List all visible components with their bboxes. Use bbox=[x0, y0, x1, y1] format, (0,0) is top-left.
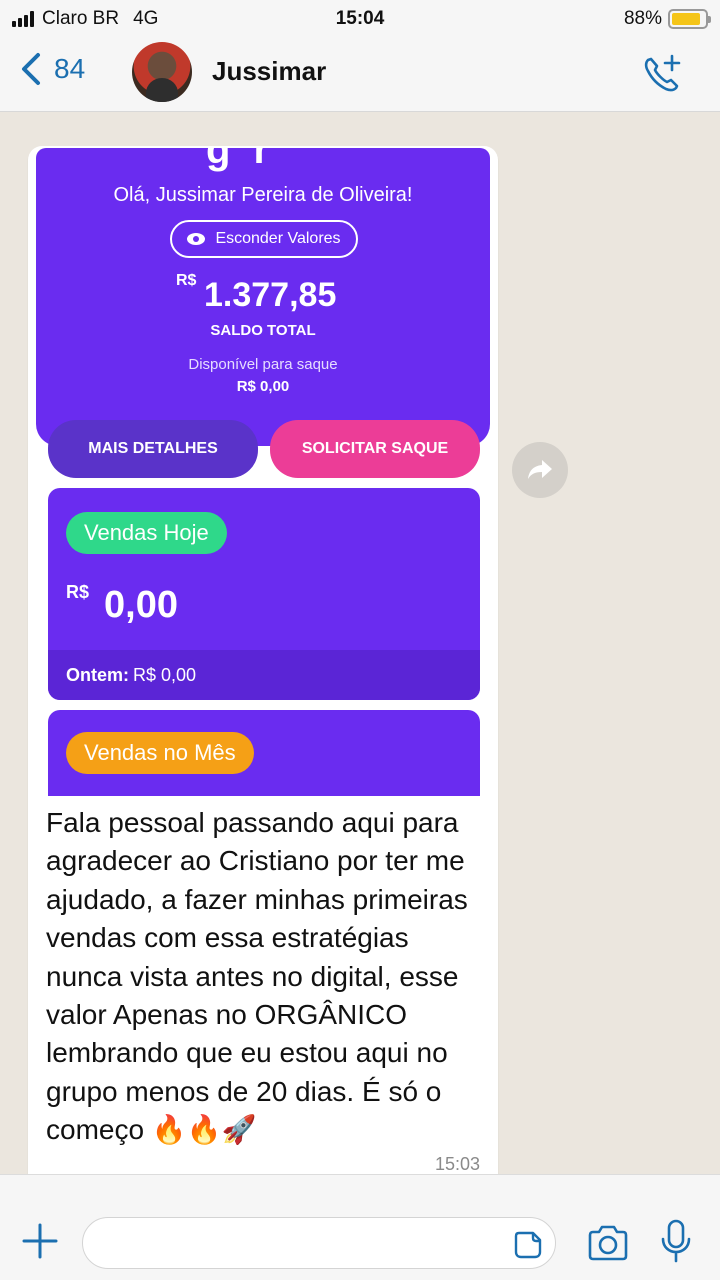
forward-button[interactable] bbox=[512, 442, 568, 498]
clock: 15:04 bbox=[335, 8, 385, 29]
compose-bar bbox=[0, 1174, 720, 1280]
unread-count: 84 bbox=[54, 53, 86, 84]
sales-today-value: 0,00 bbox=[104, 584, 178, 626]
add-call-icon[interactable] bbox=[640, 52, 684, 96]
sales-today-badge: Vendas Hoje bbox=[66, 512, 227, 554]
microphone-icon[interactable] bbox=[660, 1219, 692, 1263]
balance-value: 1.377,85 bbox=[204, 276, 337, 314]
battery-percent: 88% bbox=[623, 8, 662, 29]
battery-icon bbox=[668, 9, 711, 29]
forward-arrow-icon bbox=[528, 460, 552, 479]
attached-screenshot[interactable]: g r Olá, Jussimar Pereira de Oliveira! E… bbox=[36, 148, 490, 796]
back-button[interactable]: 84 bbox=[18, 52, 85, 86]
yesterday-row: Ontem: R$ 0,00 bbox=[48, 650, 480, 700]
plus-icon[interactable] bbox=[20, 1221, 60, 1261]
chevron-left-icon bbox=[22, 53, 40, 85]
contact-name[interactable]: Jussimar bbox=[212, 56, 326, 87]
details-button: MAIS DETALHES bbox=[48, 420, 258, 478]
hide-values-button: Esconder Valores bbox=[170, 220, 358, 258]
sales-month-badge: Vendas no Mês bbox=[66, 732, 254, 774]
status-bar: Claro BR 4G 15:04 88% bbox=[0, 0, 720, 38]
sticker-icon[interactable] bbox=[513, 1230, 543, 1260]
eye-icon bbox=[187, 233, 206, 245]
sales-today-currency: R$ bbox=[66, 582, 90, 602]
balance-label: SALDO TOTAL bbox=[210, 322, 316, 339]
yesterday-label: Ontem: bbox=[66, 664, 129, 685]
available-value: R$ 0,00 bbox=[236, 378, 290, 395]
message-text: Fala pessoal passando aqui para agradece… bbox=[46, 807, 468, 1146]
sales-month-card: Vendas no Mês bbox=[48, 710, 480, 796]
hide-values-label: Esconder Valores bbox=[215, 230, 341, 247]
message-bubble[interactable]: g r Olá, Jussimar Pereira de Oliveira! E… bbox=[28, 146, 498, 1190]
camera-icon[interactable] bbox=[586, 1223, 630, 1263]
sales-today-card: Vendas Hoje R$ 0,00 Ontem: R$ 0,00 bbox=[48, 488, 480, 700]
message-input[interactable] bbox=[82, 1217, 556, 1269]
greeting-text: Olá, Jussimar Pereira de Oliveira! bbox=[113, 184, 413, 206]
avatar[interactable] bbox=[132, 42, 192, 102]
chat-header: 84 Jussimar bbox=[0, 38, 720, 112]
balance-panel: g r Olá, Jussimar Pereira de Oliveira! E… bbox=[36, 148, 490, 446]
yesterday-value: R$ 0,00 bbox=[133, 664, 197, 685]
app-logo: g r bbox=[206, 148, 276, 172]
balance-currency: R$ bbox=[176, 272, 197, 289]
message-time: 15:03 bbox=[434, 1154, 480, 1174]
withdraw-button: SOLICITAR SAQUE bbox=[270, 420, 480, 478]
available-label: Disponível para saque bbox=[188, 356, 338, 373]
